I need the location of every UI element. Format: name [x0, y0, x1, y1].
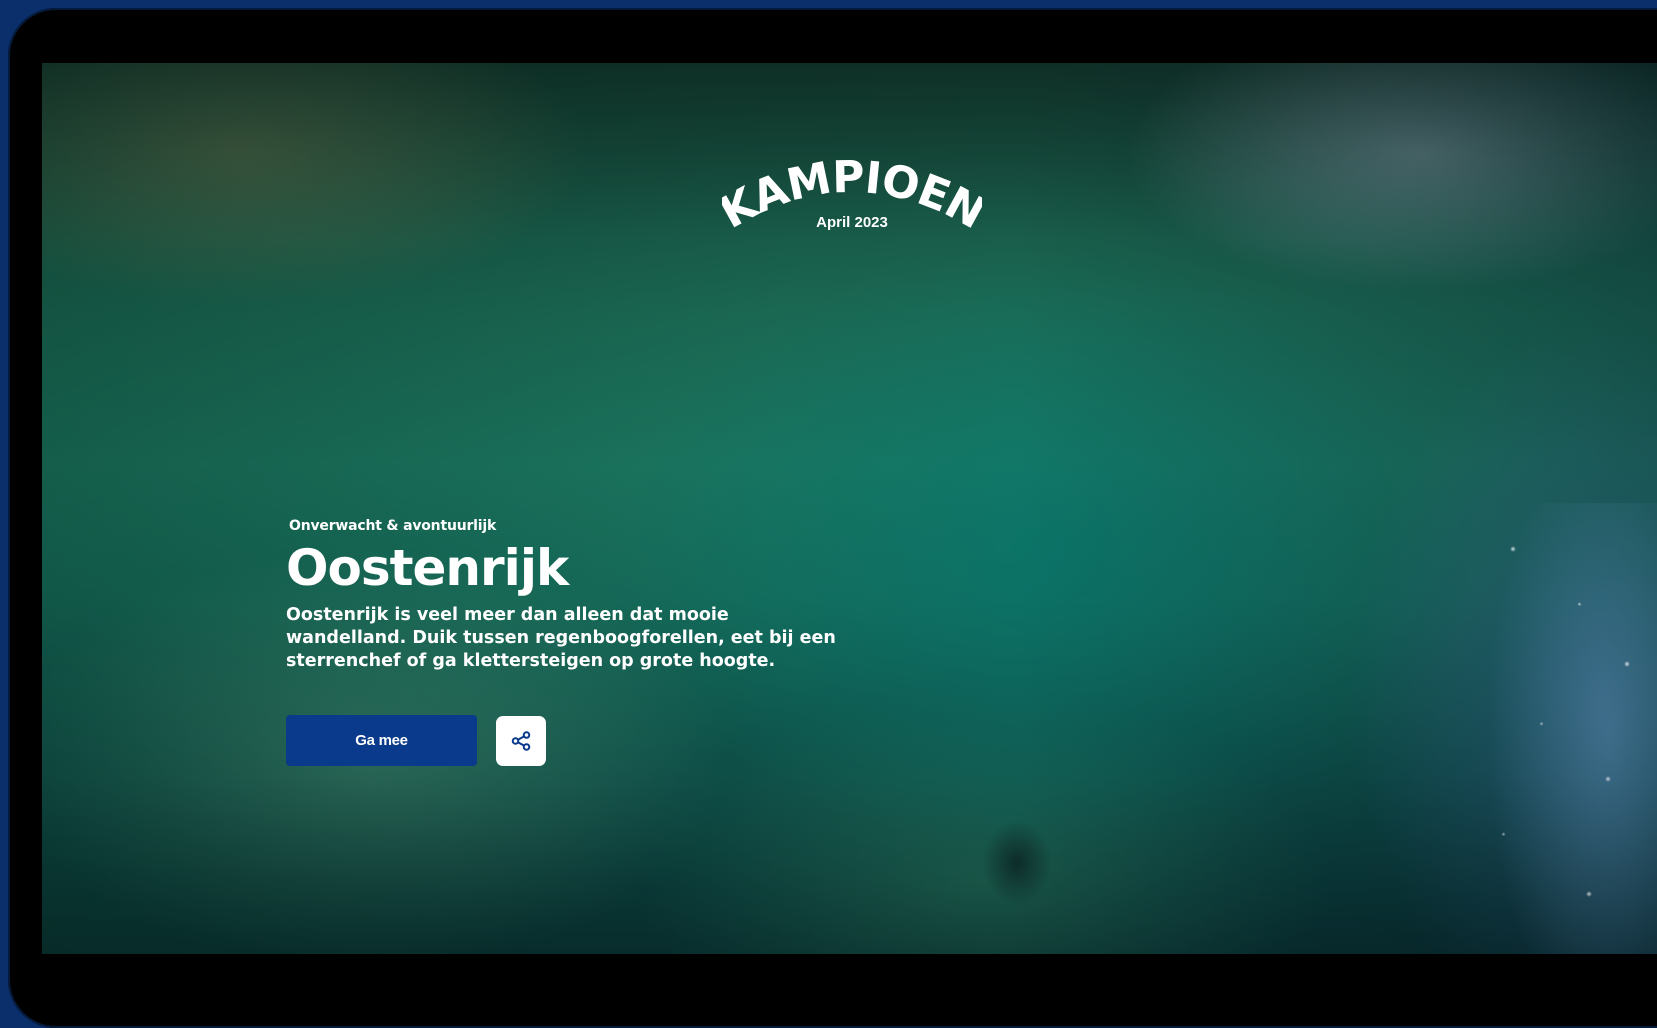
share-button[interactable] — [496, 715, 546, 766]
share-icon — [511, 730, 531, 751]
hero-background: KAMPIOEN April 2023 Onverwacht & avontuu… — [42, 63, 1657, 954]
ga-mee-button[interactable]: Ga mee — [286, 715, 477, 766]
hero-title: Oostenrijk — [286, 539, 569, 597]
hero-actions: Ga mee — [286, 715, 886, 766]
hero-eyebrow: Onverwacht & avontuurlijk — [289, 518, 497, 534]
kampioen-logo[interactable]: KAMPIOEN April 2023 — [722, 148, 982, 231]
hero-description: Oostenrijk is veel meer dan alleen dat m… — [286, 605, 836, 671]
hero-content: Onverwacht & avontuurlijk Oostenrijk Oos… — [286, 518, 886, 766]
device-frame: KAMPIOEN April 2023 Onverwacht & avontuu… — [8, 8, 1657, 1028]
